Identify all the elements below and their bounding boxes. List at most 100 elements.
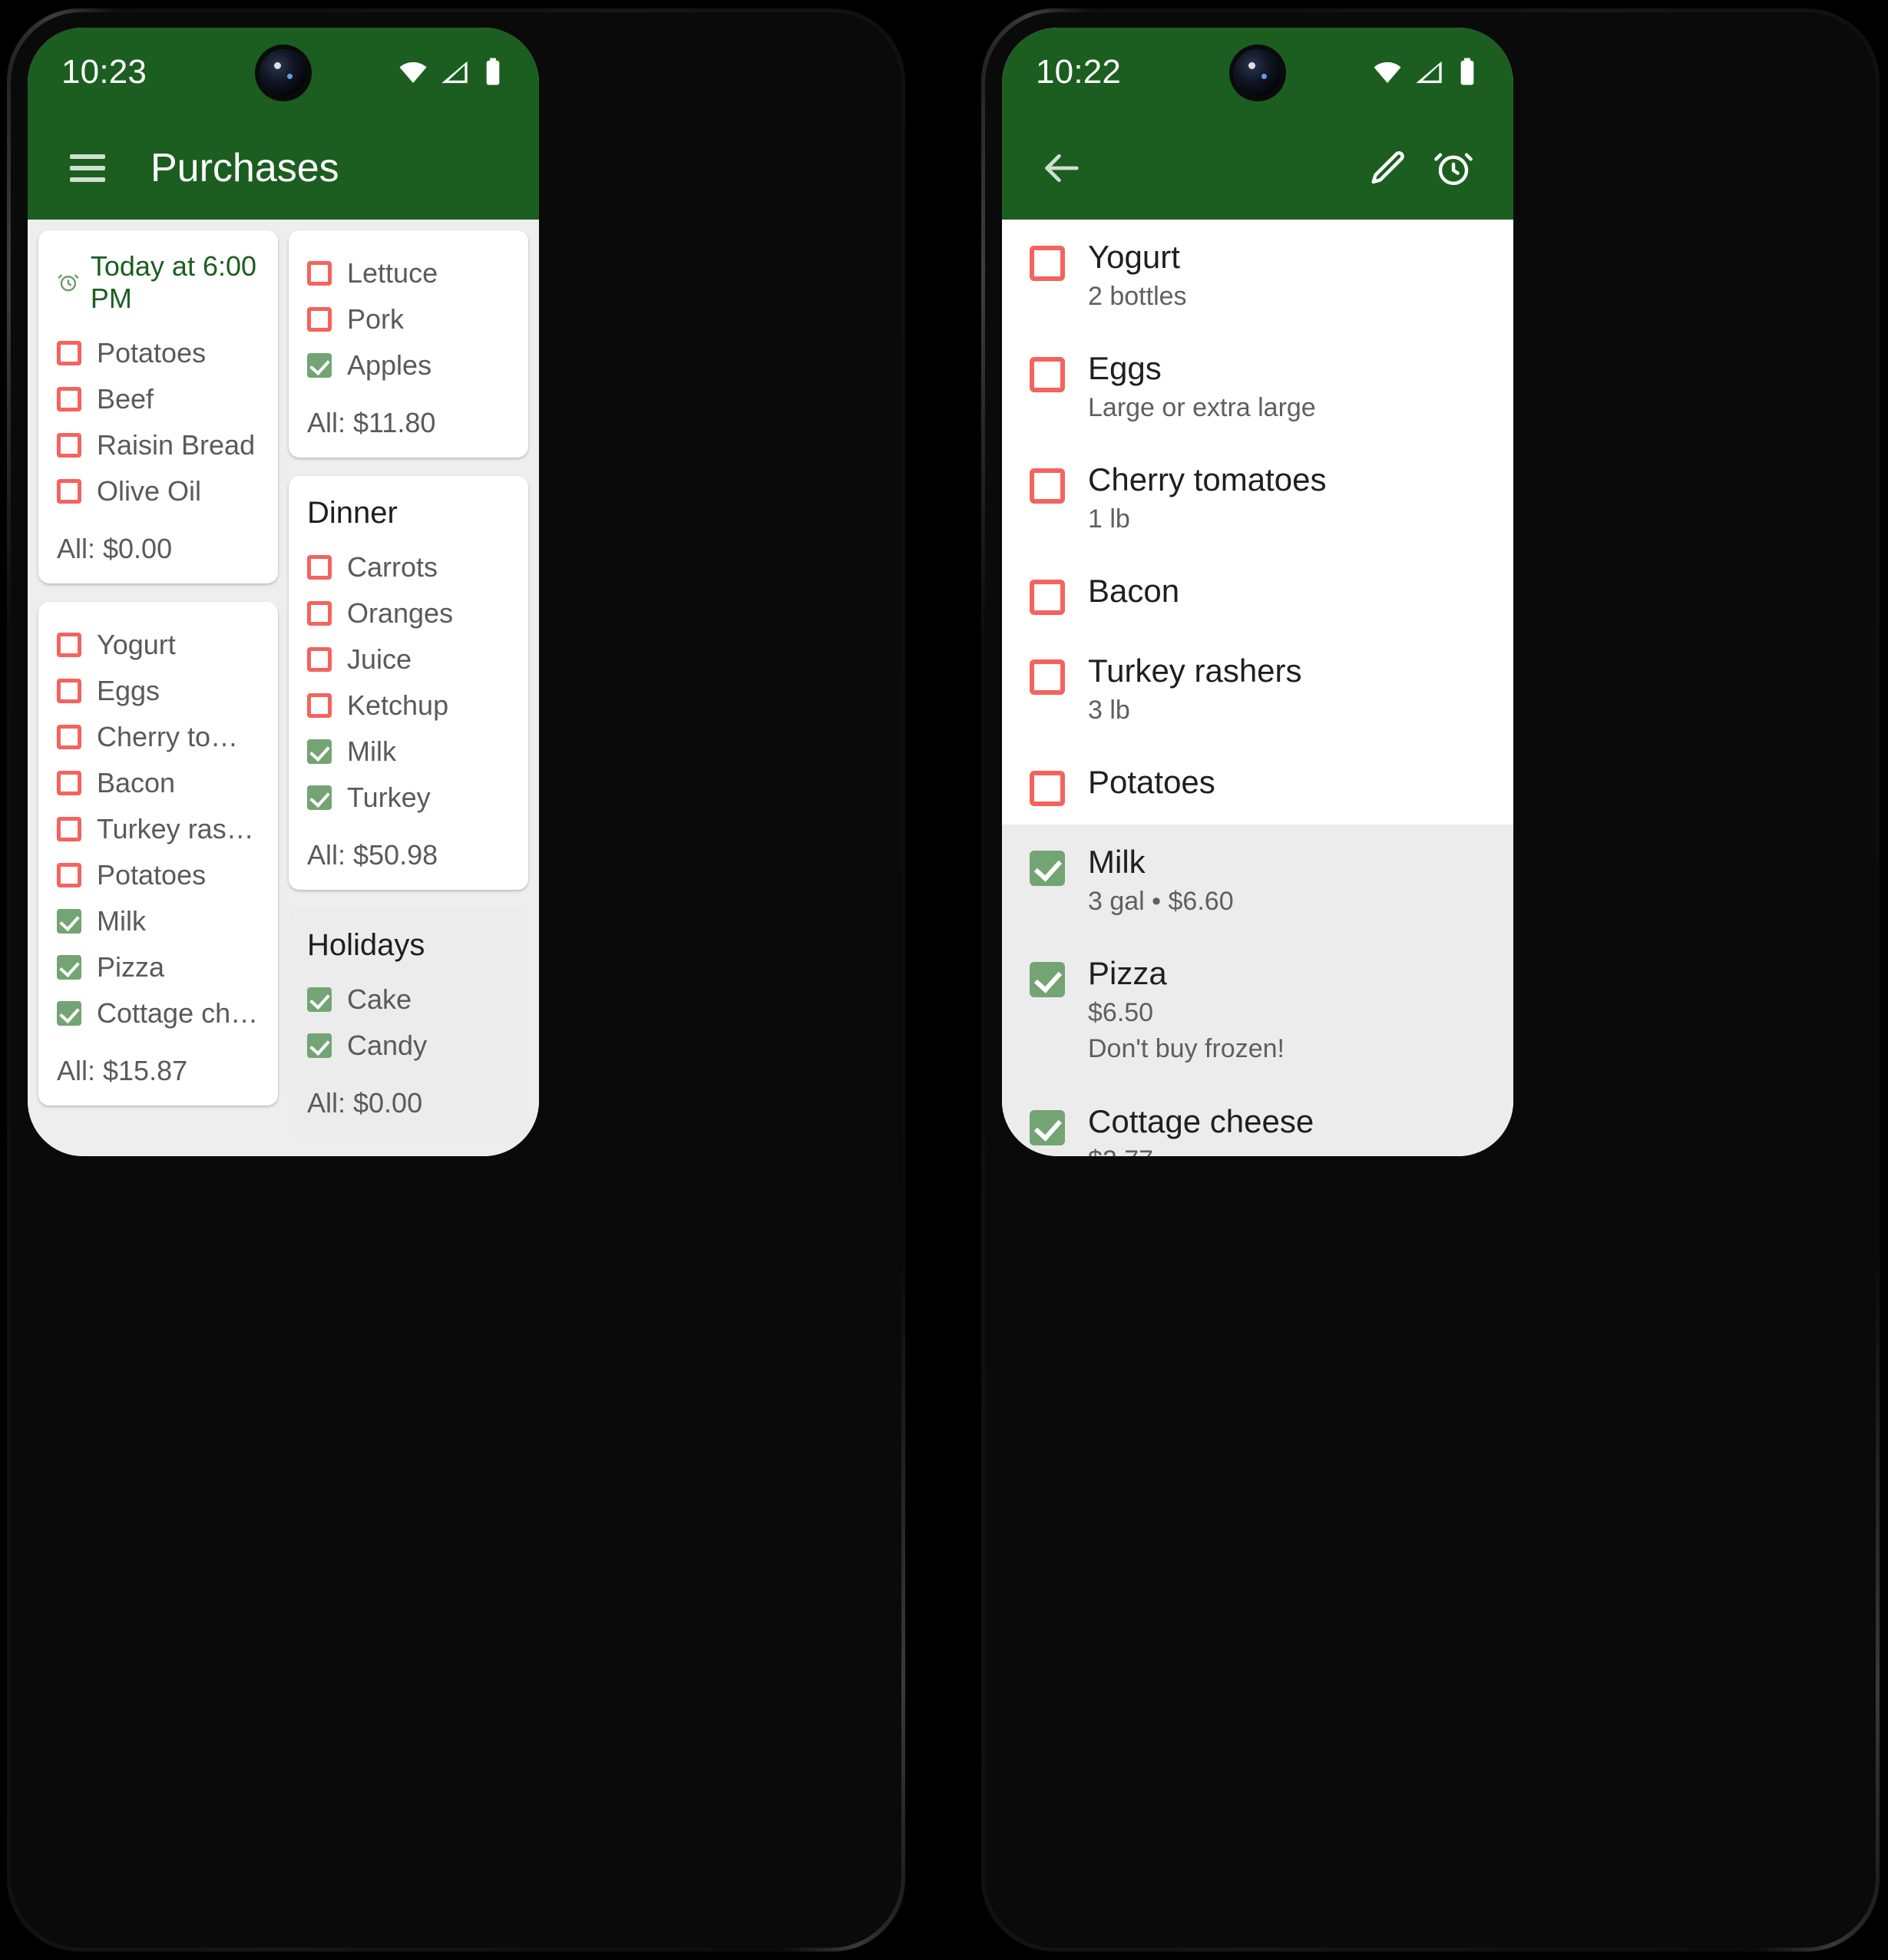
detail-texts: Milk 3 gal • $6.60 xyxy=(1088,843,1234,917)
detail-row[interactable]: Eggs Large or extra large xyxy=(1002,331,1513,443)
detail-row-completed[interactable]: Pizza $6.50 Don't buy frozen! xyxy=(1002,936,1513,1084)
detail-row[interactable]: Turkey rashers 3 lb xyxy=(1002,633,1513,745)
checkbox-unchecked[interactable] xyxy=(1030,468,1065,504)
list-row[interactable]: Ketchup xyxy=(307,683,510,729)
checkbox-unchecked[interactable] xyxy=(1030,771,1065,807)
checkbox-unchecked[interactable] xyxy=(307,555,332,580)
phone-screen-left: 10:23 Purchases Today at 6:00 PM Potatoe… xyxy=(28,28,539,1156)
detail-row[interactable]: Bacon xyxy=(1002,554,1513,634)
detail-row[interactable]: Potatoes xyxy=(1002,745,1513,825)
list-row[interactable]: Candy xyxy=(307,1023,510,1069)
list-card[interactable]: Dinner Carrots Oranges Juice Ketchup Mil… xyxy=(289,476,528,890)
list-row[interactable]: Pork xyxy=(307,296,510,342)
list-row[interactable]: Bacon xyxy=(57,760,260,806)
list-row[interactable]: Potatoes xyxy=(57,330,260,376)
list-row[interactable]: Juice xyxy=(307,636,510,683)
detail-row[interactable]: Yogurt 2 bottles xyxy=(1002,220,1513,332)
checkbox-unchecked[interactable] xyxy=(57,387,81,412)
detail-texts: Cherry tomatoes 1 lb xyxy=(1088,461,1326,535)
item-detail-list: Yogurt 2 bottles Eggs Large or extra lar… xyxy=(1002,220,1513,1156)
checkbox-unchecked[interactable] xyxy=(307,261,332,286)
list-row[interactable]: Raisin Bread xyxy=(57,422,260,468)
list-row[interactable]: Apples xyxy=(307,342,510,388)
list-row[interactable]: Carrots xyxy=(307,544,510,590)
list-row[interactable]: Potatoes xyxy=(57,852,260,898)
checkbox-unchecked[interactable] xyxy=(1030,246,1065,281)
back-button[interactable] xyxy=(1030,136,1094,200)
list-row[interactable]: Oranges xyxy=(307,590,510,636)
list-card[interactable]: Lettuce Pork Apples All: $11.80 xyxy=(289,230,528,458)
item-label: Cottage cheese xyxy=(97,997,260,1029)
pencil-edit-icon xyxy=(1371,150,1404,184)
checkbox-unchecked[interactable] xyxy=(1030,357,1065,393)
item-label: Turkey xyxy=(347,782,431,813)
checkbox-unchecked[interactable] xyxy=(57,679,81,703)
card-total: All: $11.80 xyxy=(307,407,436,438)
checkbox-unchecked[interactable] xyxy=(57,771,81,795)
reminder-button[interactable] xyxy=(1421,136,1486,200)
list-row[interactable]: Eggs xyxy=(57,668,260,714)
item-label: Turkey rashers xyxy=(97,813,260,844)
list-card-completed[interactable]: Holidays Cake Candy All: $0.00 xyxy=(289,908,528,1138)
checkbox-checked[interactable] xyxy=(1030,962,1065,998)
screenshot-stage: 10:23 Purchases Today at 6:00 PM Potatoe… xyxy=(0,0,1888,1960)
battery-icon xyxy=(1460,58,1474,85)
checkbox-unchecked[interactable] xyxy=(307,601,332,626)
checkbox-checked[interactable] xyxy=(307,1033,332,1058)
list-row[interactable]: Milk xyxy=(57,898,260,944)
checkbox-checked[interactable] xyxy=(57,1001,81,1026)
item-name: Turkey rashers xyxy=(1088,653,1302,689)
list-row[interactable]: Cake xyxy=(307,977,510,1023)
detail-row-completed[interactable]: Cottage cheese $2.77 xyxy=(1002,1083,1513,1156)
alarm-clock-icon xyxy=(58,274,79,292)
checkbox-checked[interactable] xyxy=(1030,851,1065,887)
checkbox-unchecked[interactable] xyxy=(57,633,81,657)
list-row[interactable]: Cottage cheese xyxy=(57,990,260,1036)
checkbox-unchecked[interactable] xyxy=(57,817,81,841)
list-row[interactable]: Milk xyxy=(307,729,510,775)
menu-button[interactable] xyxy=(55,136,120,200)
detail-texts: Pizza $6.50 Don't buy frozen! xyxy=(1088,954,1285,1065)
list-row[interactable]: Lettuce xyxy=(307,250,510,296)
edit-button[interactable] xyxy=(1357,136,1421,200)
checkbox-unchecked[interactable] xyxy=(57,341,81,365)
app-bar-right xyxy=(1002,117,1513,220)
card-column-1: Today at 6:00 PM Potatoes Beef Raisin Br… xyxy=(38,230,278,1124)
card-total: All: $50.98 xyxy=(307,839,438,871)
checkbox-checked[interactable] xyxy=(1030,1109,1065,1145)
checkbox-checked[interactable] xyxy=(307,987,332,1012)
detail-texts: Eggs Large or extra large xyxy=(1088,349,1316,424)
checkbox-unchecked[interactable] xyxy=(57,433,81,458)
list-row[interactable]: Beef xyxy=(57,376,260,422)
detail-texts: Potatoes xyxy=(1088,763,1215,802)
checkbox-checked[interactable] xyxy=(57,955,81,980)
list-card[interactable]: Yogurt Eggs Cherry tomatoes Bacon Turkey… xyxy=(38,602,278,1106)
list-row[interactable]: Turkey rashers xyxy=(57,806,260,852)
checkbox-unchecked[interactable] xyxy=(307,693,332,718)
checkbox-unchecked[interactable] xyxy=(57,479,81,504)
list-row[interactable]: Turkey xyxy=(307,775,510,821)
checkbox-unchecked[interactable] xyxy=(307,307,332,332)
checkbox-unchecked[interactable] xyxy=(1030,580,1065,616)
card-total: All: $15.87 xyxy=(57,1055,188,1086)
checkbox-unchecked[interactable] xyxy=(57,725,81,749)
item-label: Lettuce xyxy=(347,257,438,289)
checkbox-unchecked[interactable] xyxy=(57,863,81,887)
list-row[interactable]: Cherry tomatoes xyxy=(57,714,260,760)
list-row[interactable]: Pizza xyxy=(57,944,260,990)
list-row[interactable]: Yogurt xyxy=(57,622,260,668)
checkbox-checked[interactable] xyxy=(307,739,332,764)
list-card[interactable]: Today at 6:00 PM Potatoes Beef Raisin Br… xyxy=(38,230,278,583)
checkbox-checked[interactable] xyxy=(307,353,332,378)
card-column-2: Lettuce Pork Apples All: $11.80 Dinner C… xyxy=(289,230,528,1156)
checkbox-checked[interactable] xyxy=(307,785,332,810)
checkbox-unchecked[interactable] xyxy=(1030,659,1065,696)
checkbox-checked[interactable] xyxy=(57,909,81,934)
list-row[interactable]: Olive Oil xyxy=(57,468,260,514)
detail-row-completed[interactable]: Milk 3 gal • $6.60 xyxy=(1002,825,1513,937)
detail-row[interactable]: Cherry tomatoes 1 lb xyxy=(1002,442,1513,554)
front-camera-icon xyxy=(260,49,307,97)
item-label: Milk xyxy=(97,905,146,937)
checkbox-unchecked[interactable] xyxy=(307,647,332,672)
app-bar-left: Purchases xyxy=(28,117,539,220)
